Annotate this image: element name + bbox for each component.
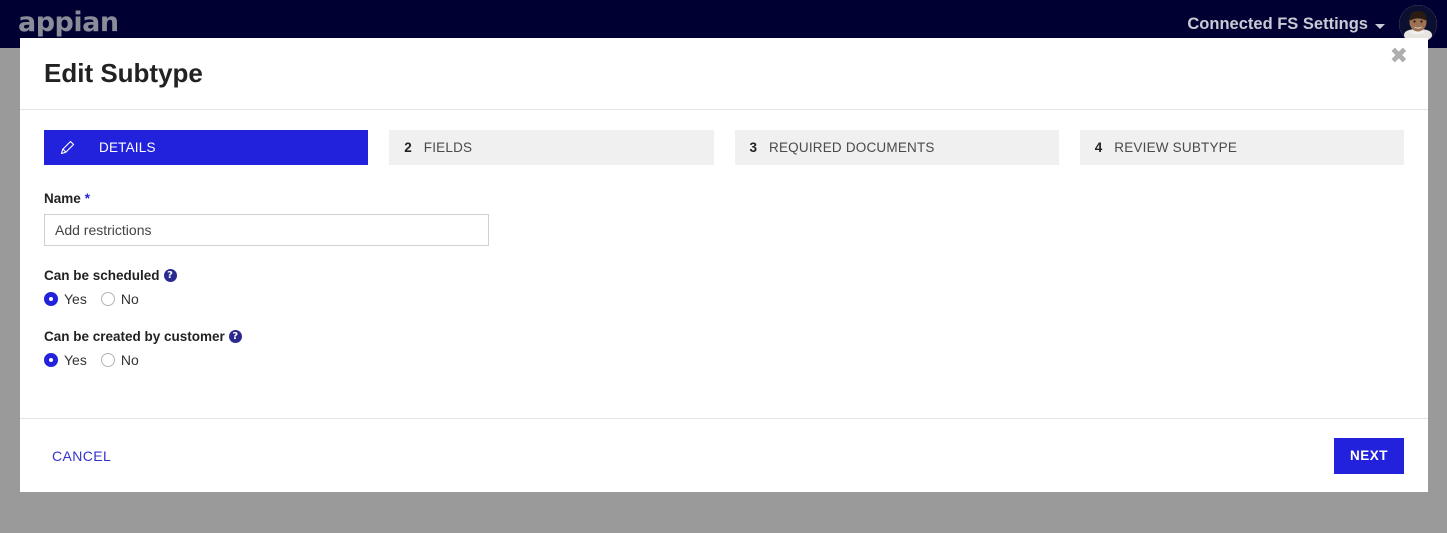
can-be-scheduled-label-row: Can be scheduled ? [44,268,1404,283]
tab-review-subtype[interactable]: 4 REVIEW SUBTYPE [1079,130,1404,165]
can-be-created-by-customer-no-label: No [120,352,139,368]
required-asterisk: * [84,191,91,206]
edit-subtype-modal: Edit Subtype ✖ DETAILS 2 FIELDS 3 REQUIR… [20,38,1428,492]
close-icon[interactable]: ✖ [1390,46,1408,68]
help-question-icon[interactable]: ? [228,330,242,343]
help-question-icon[interactable]: ? [163,269,177,282]
name-input[interactable] [44,214,489,246]
can-be-scheduled-yes[interactable]: Yes [44,291,87,307]
connected-fs-settings-menu[interactable]: Connected FS Settings [1187,15,1385,34]
can-be-created-by-customer-yes-label: Yes [64,352,87,368]
can-be-scheduled-no[interactable]: No [100,291,139,307]
name-label-row: Name * [44,191,1404,206]
radio-dot-icon [100,292,115,306]
can-be-created-by-customer-group: Can be created by customer ? Yes No [44,329,1404,368]
tab-fields-label: FIELDS [423,140,473,155]
tab-details-label: DETAILS [99,140,156,155]
radio-dot-selected-icon [44,353,58,367]
can-be-scheduled-no-label: No [120,291,139,307]
page-title: Edit Subtype [44,58,203,88]
connected-fs-settings-label: Connected FS Settings [1187,14,1368,33]
tab-required-documents[interactable]: 3 REQUIRED DOCUMENTS [734,130,1059,165]
can-be-scheduled-group: Can be scheduled ? Yes No [44,268,1404,307]
wizard-steps: DETAILS 2 FIELDS 3 REQUIRED DOCUMENTS 4 … [44,130,1404,165]
pencil-edit-icon [59,140,75,156]
can-be-created-by-customer-label: Can be created by customer [44,329,225,344]
can-be-created-by-customer-radio-row: Yes No [44,352,1404,368]
appian-logo[interactable]: appian [18,9,119,36]
chevron-down-icon [1375,23,1385,29]
can-be-scheduled-radio-row: Yes No [44,291,1404,307]
tab-details[interactable]: DETAILS [44,130,369,165]
tab-review-subtype-label: REVIEW SUBTYPE [1114,140,1238,155]
tab-required-documents-label: REQUIRED DOCUMENTS [769,140,935,155]
can-be-created-by-customer-label-row: Can be created by customer ? [44,329,1404,344]
name-field-group: Name * [44,191,1404,246]
name-label: Name [44,191,81,206]
tab-required-documents-number: 3 [749,140,758,155]
tab-fields[interactable]: 2 FIELDS [389,130,714,165]
can-be-scheduled-yes-label: Yes [64,291,87,307]
can-be-created-by-customer-no[interactable]: No [100,352,139,368]
cancel-button[interactable]: CANCEL [52,448,111,464]
radio-dot-selected-icon [44,292,58,306]
next-button[interactable]: NEXT [1333,437,1404,474]
radio-dot-icon [100,353,115,367]
can-be-created-by-customer-yes[interactable]: Yes [44,352,87,368]
can-be-scheduled-label: Can be scheduled [44,268,160,283]
tab-review-subtype-number: 4 [1094,140,1103,155]
modal-footer: CANCEL NEXT [20,418,1428,492]
tab-fields-number: 2 [404,140,412,155]
modal-header: Edit Subtype ✖ [20,38,1428,110]
modal-body: DETAILS 2 FIELDS 3 REQUIRED DOCUMENTS 4 … [20,110,1428,418]
